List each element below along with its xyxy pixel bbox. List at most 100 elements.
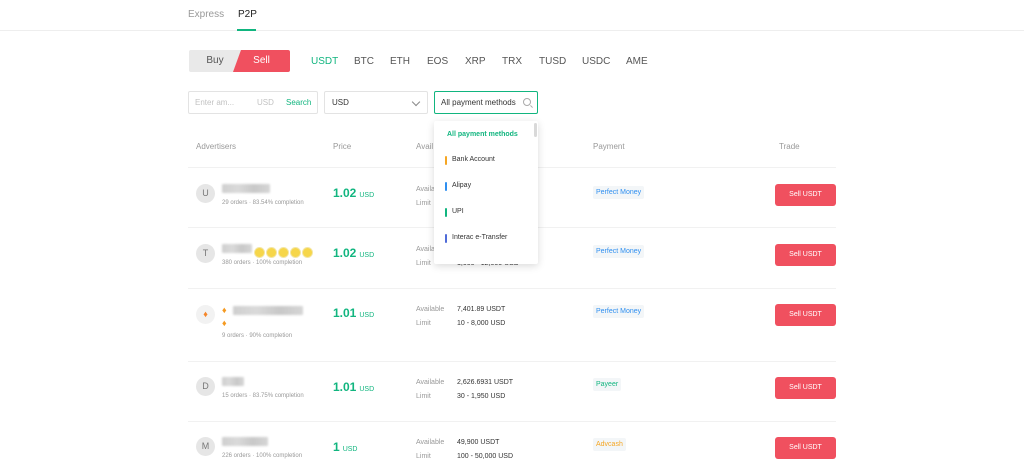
payment-color-bar [445,156,447,165]
dropdown-item-upi[interactable]: UPI [434,205,534,219]
coin-tab-ame[interactable]: AME [626,56,648,67]
header-price: Price [333,142,352,151]
avatar: D [196,377,215,396]
payment-badge: Perfect Money [593,245,645,258]
star-icon [291,248,300,257]
dropdown-item-label: Interac e-Transfer [452,234,508,241]
star-icon [267,248,276,257]
advertiser-orders: 226 orders · 100% completion [222,453,303,459]
dropdown-item-label: Bank Account [452,156,495,163]
dropdown-item-bank-account[interactable]: Bank Account [434,153,534,167]
payment-badge: Perfect Money [593,186,645,199]
dropdown-item-label: Alipay [452,182,472,189]
payment-method-select[interactable]: All payment methods [434,91,538,114]
coin-tab-eth[interactable]: ETH [390,56,410,67]
dropdown-item-alipay[interactable]: Alipay [434,179,534,193]
row-divider [188,421,836,422]
dropdown-item-all[interactable]: All payment methods [447,128,547,142]
coin-tab-usdc[interactable]: USDC [582,56,610,67]
available-value: 2,626.6931 USDT [457,379,514,386]
payment-color-bar [445,234,447,243]
amount-placeholder: Enter am... [195,98,235,107]
flame-icon: ♦ [222,305,227,315]
limit-value: 100 - 50,000 USD [457,453,514,460]
available-value: 49,900 USDT [457,439,500,446]
available-value: 7,401.89 USDT [457,306,506,313]
avatar: M [196,437,215,456]
sell-usdt-button[interactable]: Sell USDT [775,377,836,399]
currency-select-value: USD [332,98,349,107]
search-icon [523,98,531,106]
coin-tab-tusd[interactable]: TUSD [539,56,566,67]
available-label: Available [416,439,445,446]
price: 1.02 USD [333,186,375,200]
star-icon [255,248,264,257]
advertiser-name-blurred[interactable] [222,244,252,253]
star-icon [279,248,288,257]
dropdown-item-label: UPI [452,208,464,215]
amount-currency: USD [257,98,274,107]
flame-icon: ♦ [203,309,208,319]
payment-badge: Payeer [593,378,622,391]
price: 1 USD [333,440,358,454]
limit-label: Limit [416,260,431,267]
tab-express[interactable]: Express [188,9,224,20]
merchant-stars [255,244,315,257]
dropdown-item-interac[interactable]: Interac e-Transfer [434,231,534,245]
price: 1.01 USD [333,380,375,394]
top-tabs: Express P2P [0,0,1024,31]
coin-tab-btc[interactable]: BTC [354,56,374,67]
advertiser-name-blurred[interactable] [222,437,268,446]
available-label: Available [416,379,445,386]
limit-value: 30 - 1,950 USD [457,393,506,400]
limit-value: 10 - 8,000 USD [457,320,506,327]
price: 1.02 USD [333,246,375,260]
sell-usdt-button[interactable]: Sell USDT [775,304,836,326]
star-icon [303,248,312,257]
available-label: Available [416,306,445,313]
payment-color-bar [445,182,447,191]
sell-button[interactable]: Sell [233,50,290,72]
buy-button[interactable]: Buy [189,50,241,72]
sell-usdt-button[interactable]: Sell USDT [775,437,836,459]
buy-sell-toggle: Buy Sell [189,50,290,72]
limit-label: Limit [416,200,431,207]
advertiser-orders: 380 orders · 100% completion [222,260,303,266]
payment-badge: Advcash [593,438,626,451]
amount-search-button[interactable]: Search [286,98,311,107]
coin-tab-trx[interactable]: TRX [502,56,522,67]
header-payment: Payment [593,142,625,151]
avatar: T [196,244,215,263]
flame-icon: ♦ [222,318,227,328]
avatar: ♦ [196,305,215,324]
row-divider [188,288,836,289]
header-available: Avail [416,142,434,151]
header-advertisers: Advertisers [196,142,237,151]
limit-label: Limit [416,320,431,327]
sell-usdt-button[interactable]: Sell USDT [775,184,836,206]
payment-badge: Perfect Money [593,305,645,318]
row-divider [188,361,836,362]
coin-tab-usdt[interactable]: USDT [311,56,338,67]
advertiser-orders: 9 orders · 90% completion [222,333,293,339]
limit-label: Limit [416,393,431,400]
sell-usdt-button[interactable]: Sell USDT [775,244,836,266]
avatar: U [196,184,215,203]
limit-label: Limit [416,453,431,460]
price: 1.01 USD [333,306,375,320]
advertiser-name-blurred[interactable] [233,306,303,315]
payment-select-value: All payment methods [441,98,516,107]
chevron-down-icon [411,97,421,107]
advertiser-name-blurred[interactable] [222,377,244,386]
advertiser-orders: 15 orders · 83.75% completion [222,393,304,399]
advertiser-orders: 29 orders · 83.54% completion [222,200,304,206]
advertiser-name-blurred[interactable] [222,184,270,193]
currency-select[interactable]: USD [324,91,428,114]
tab-p2p[interactable]: P2P [238,9,257,20]
coin-tab-xrp[interactable]: XRP [465,56,486,67]
coin-tab-eos[interactable]: EOS [427,56,448,67]
payment-method-dropdown: All payment methods Bank Account Alipay … [434,121,538,264]
header-trade: Trade [779,142,800,151]
amount-input[interactable]: Enter am... USD Search [188,91,318,114]
payment-color-bar [445,208,447,217]
